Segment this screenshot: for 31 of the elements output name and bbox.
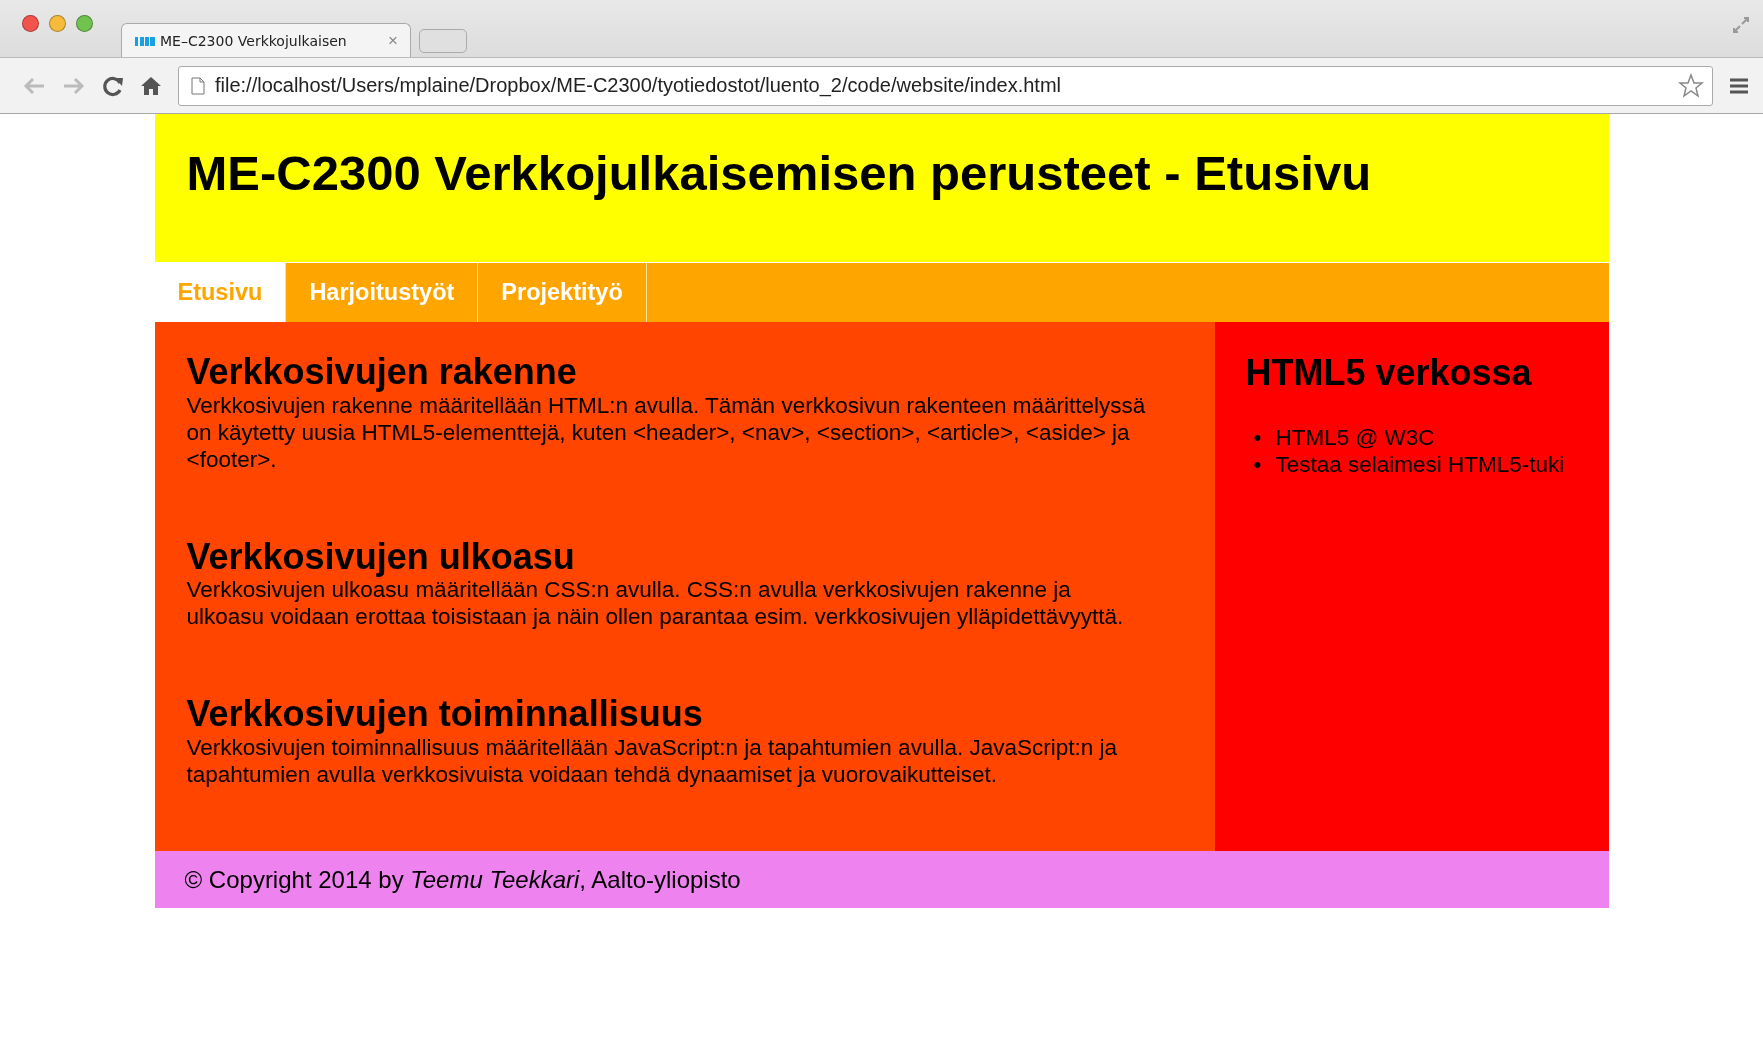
- section-text: Verkkosivujen rakenne määritellään HTML:n avulla. Tämän verkkosivun rakenteen määrittelyssä on käytetty uusia HTML5-elementtejä, kuten <header>, <nav>, <section>, <article>, <aside> ja <footer>.: [186, 392, 1147, 473]
- section-heading: Verkkosivujen ulkoasu: [186, 536, 576, 577]
- section-heading: Verkkosivujen rakenne: [186, 352, 578, 392]
- bullet: •: [1253, 424, 1262, 451]
- menu-icon[interactable]: [1729, 76, 1749, 95]
- minimize-window-button[interactable]: [49, 15, 66, 32]
- reload-icon[interactable]: [102, 74, 124, 97]
- tab-close-button[interactable]: ×: [388, 30, 398, 51]
- new-tab-button[interactable]: [419, 29, 467, 53]
- bullet: •: [1253, 451, 1262, 478]
- favicon-icon: [134, 34, 156, 47]
- sidebar-link[interactable]: Testaa selaimesi HTML5-tuki: [1275, 451, 1565, 478]
- url-text: file://localhost/Users/mplaine/Dropbox/ME-C2300/tyotiedostot/luento_2/code/website/index.html: [215, 74, 1061, 96]
- section-text: Verkkosivujen ulkoasu määritellään CSS:n avulla. CSS:n avulla verkkosivujen rakenne ja ulkoasu voidaan erottaa toisistaan ja näin ollen parantaa esim. verkkosivujen ylläpidettävyyttä.: [186, 577, 1125, 631]
- copyright-text: © Copyright 2014 by Teemu Teekkari, Aalto-yliopisto: [184, 865, 741, 894]
- page-icon: [191, 76, 205, 95]
- section-heading: Verkkosivujen toiminnallisuus: [186, 694, 704, 734]
- close-window-button[interactable]: [22, 15, 39, 32]
- home-icon[interactable]: [140, 74, 162, 97]
- back-icon[interactable]: [22, 75, 46, 96]
- fullscreen-icon[interactable]: [1731, 14, 1751, 35]
- sidebar-heading: HTML5 verkossa: [1245, 352, 1532, 394]
- address-bar[interactable]: file://localhost/Users/mplaine/Dropbox/ME-C2300/tyotiedostot/luento_2/code/website/index.html: [178, 65, 1713, 106]
- section-text: Verkkosivujen toiminnallisuus määritellään JavaScript:n ja tapahtumien avulla. JavaScript:n ja tapahtumien avulla verkkosivuista voidaan tehdä dynaamiset ja vuorovaikutteiset.: [186, 734, 1118, 788]
- tab-title: ME–C2300 Verkkojulkaisen: [160, 32, 348, 49]
- page-title: ME-C2300 Verkkojulkaisemisen perusteet - Etusivu: [186, 145, 1372, 201]
- sidebar-link[interactable]: HTML5 @ W3C: [1275, 424, 1435, 451]
- browser-tab[interactable]: ME–C2300 Verkkojulkaisen ×: [121, 23, 411, 57]
- forward-icon[interactable]: [62, 75, 86, 96]
- zoom-window-button[interactable]: [76, 15, 93, 32]
- bookmark-star-icon[interactable]: [1678, 72, 1704, 99]
